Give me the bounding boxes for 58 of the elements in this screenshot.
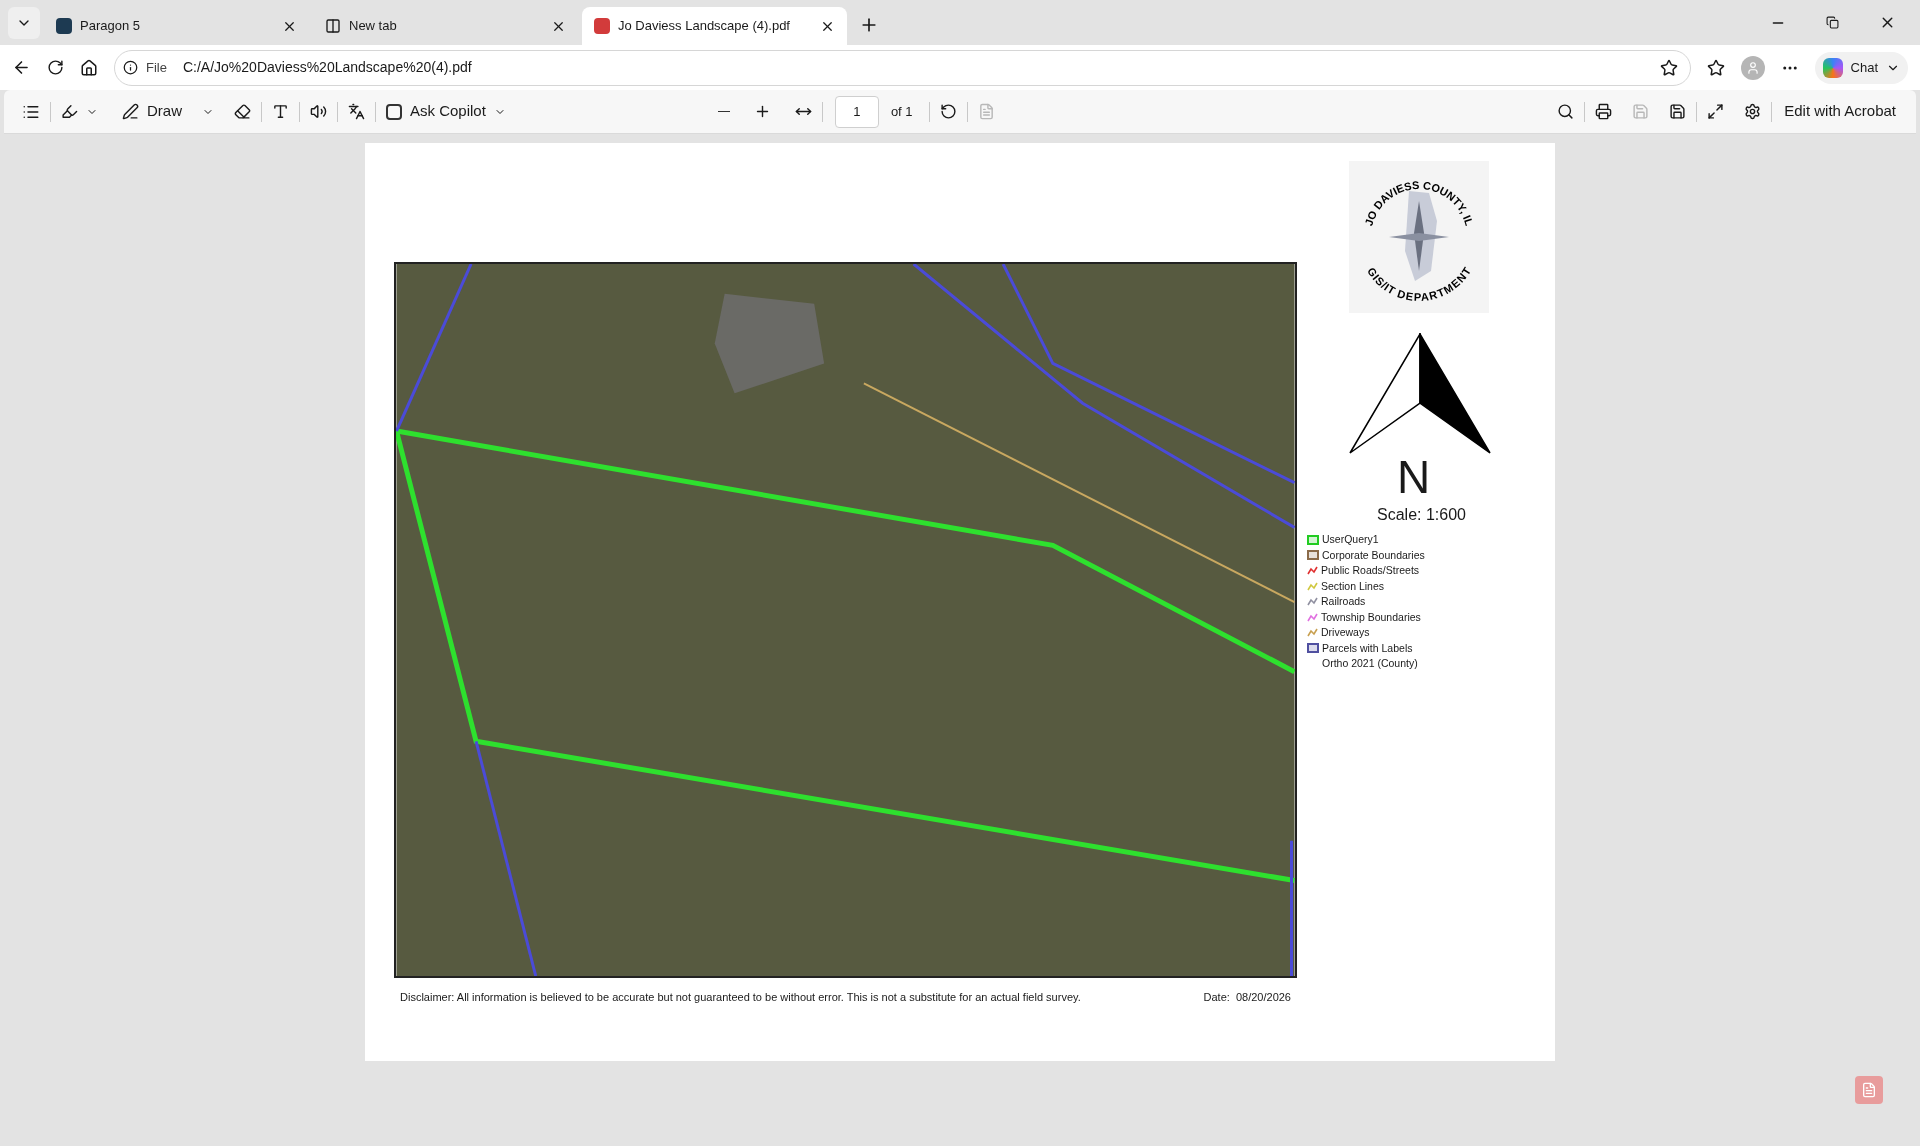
save-icon (1632, 103, 1650, 120)
scale-text: Scale: 1:600 (1377, 505, 1466, 525)
settings-icon (1744, 103, 1762, 120)
legend-label: Township Boundaries (1321, 610, 1421, 624)
pdf-icon (594, 18, 610, 34)
restore-icon[interactable] (1826, 16, 1839, 29)
edit-with-acrobat-button[interactable]: Edit with Acrobat (1776, 100, 1904, 123)
document-icon (1861, 1082, 1877, 1098)
browser-tab[interactable]: New tab (313, 7, 578, 45)
legend-label: Ortho 2021 (County) (1322, 657, 1418, 671)
rotate-icon (939, 103, 957, 120)
info-icon (123, 60, 138, 75)
legend-label: Corporate Boundaries (1322, 548, 1425, 562)
legend-label: Driveways (1321, 626, 1370, 640)
favorite-star-icon[interactable] (1659, 58, 1678, 77)
browser-tab[interactable]: Jo Daviess Landscape (4).pdf (582, 7, 847, 45)
minus-icon (717, 110, 730, 113)
date-text: Date: 08/20/2026 (1203, 990, 1291, 1005)
home-icon[interactable] (80, 58, 98, 77)
tab-list-button[interactable] (8, 7, 40, 39)
disclaimer-text: Disclaimer: All information is believed to be accurate but not guaranteed to be without error. This is not a substitute for an actual field survey. (400, 990, 1081, 1005)
north-label: N (1397, 455, 1431, 499)
url-text: C:/A/Jo%20Daviess%20Landscape%20(4).pdf (182, 58, 473, 77)
printer-icon (1595, 103, 1613, 120)
north-arrow-icon (1349, 333, 1491, 455)
favorites-icon[interactable] (1706, 58, 1725, 77)
pen-icon (122, 103, 139, 120)
expand-icon (1707, 103, 1725, 120)
back-icon[interactable] (12, 58, 31, 77)
scheme-label: File (146, 58, 168, 77)
page-count-text: of 1 (890, 102, 913, 121)
site-icon (56, 18, 72, 34)
legend-label: UserQuery1 (1322, 533, 1379, 547)
new-tab-icon (325, 18, 341, 34)
tab-title: Paragon 5 (80, 17, 141, 36)
text-box-icon (272, 103, 289, 120)
chat-button[interactable]: Chat (1814, 51, 1908, 84)
legend-label: Section Lines (1321, 579, 1385, 593)
speaker-icon (310, 103, 327, 120)
save-as-icon (1669, 103, 1687, 120)
copilot-icon (386, 103, 402, 120)
legend-label: Railroads (1321, 595, 1366, 609)
person-icon (1745, 60, 1760, 75)
reload-icon[interactable] (47, 59, 64, 76)
eraser-icon (234, 103, 251, 120)
copilot-icon (1822, 57, 1843, 78)
translate-icon (348, 103, 365, 120)
ask-copilot-button[interactable]: Ask Copilot (380, 95, 512, 128)
legend-label: Parcels with Labels (1322, 641, 1413, 655)
tab-title: New tab (349, 17, 398, 36)
highlighter-icon (61, 103, 78, 120)
search-icon (1557, 103, 1575, 120)
browser-tab[interactable]: Paragon 5 (44, 7, 309, 45)
page-number-field[interactable]: 1 (834, 95, 879, 128)
page-icon (977, 103, 995, 120)
tab-title: Jo Daviess Landscape (4).pdf (618, 17, 791, 36)
legend-label: Public Roads/Streets (1321, 564, 1420, 578)
draw-button[interactable]: Draw (116, 95, 220, 128)
